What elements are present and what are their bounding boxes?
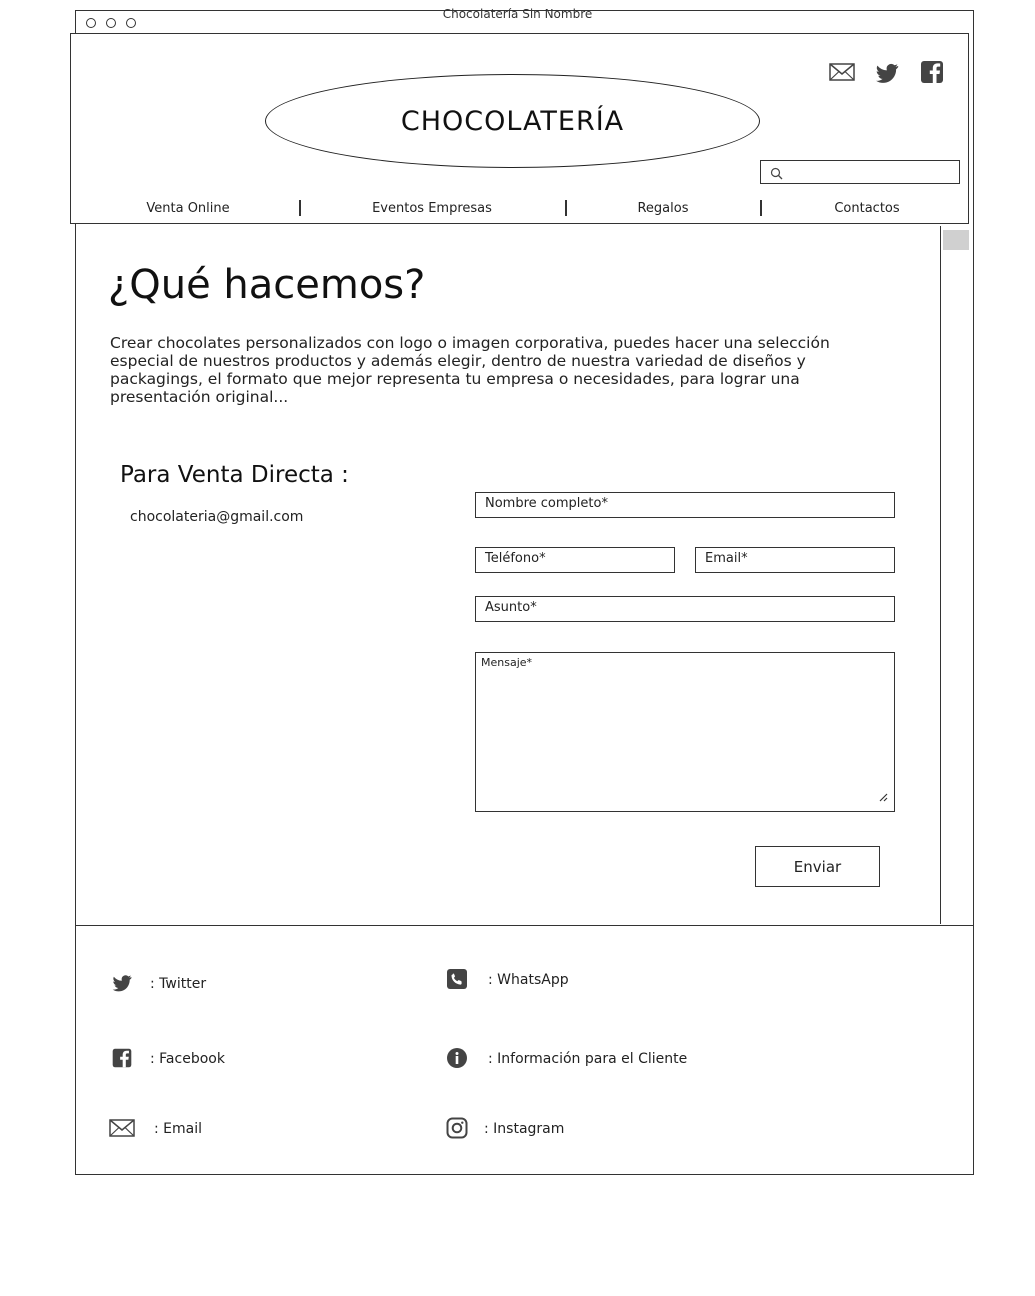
phone-placeholder: Teléfono*: [485, 551, 546, 566]
facebook-icon[interactable]: [111, 1047, 133, 1069]
mail-icon[interactable]: [109, 1117, 135, 1139]
nav-contactos[interactable]: Contactos: [797, 201, 937, 216]
message-placeholder: Mensaje*: [481, 656, 533, 669]
nav-separator: [299, 200, 301, 216]
nav-eventos-empresas[interactable]: Eventos Empresas: [332, 201, 532, 216]
logo[interactable]: CHOCOLATERÍA: [265, 74, 760, 168]
facebook-icon[interactable]: [919, 59, 945, 85]
footer-twitter-link[interactable]: : Twitter: [150, 976, 206, 992]
site-footer: [75, 925, 974, 1175]
nav-separator: [760, 200, 762, 216]
mail-icon[interactable]: [829, 59, 855, 85]
full-name-field[interactable]: Nombre completo*: [475, 492, 895, 518]
intro-paragraph: Crear chocolates personalizados con logo…: [110, 334, 830, 406]
footer-instagram-link[interactable]: : Instagram: [484, 1121, 564, 1137]
search-icon: [770, 165, 783, 184]
contact-email-link[interactable]: chocolateria@gmail.com: [130, 509, 303, 525]
twitter-icon[interactable]: [874, 60, 900, 86]
search-input[interactable]: [760, 160, 960, 184]
full-name-placeholder: Nombre completo*: [485, 496, 608, 511]
nav-separator: [565, 200, 567, 216]
scrollbar[interactable]: [940, 226, 970, 924]
logo-text: CHOCOLATERÍA: [400, 105, 625, 137]
direct-sale-heading: Para Venta Directa :: [120, 462, 349, 488]
resize-handle-icon[interactable]: [878, 792, 888, 805]
scrollbar-thumb[interactable]: [943, 230, 969, 250]
footer-facebook-link[interactable]: : Facebook: [150, 1051, 225, 1067]
nav-regalos[interactable]: Regalos: [603, 201, 723, 216]
whatsapp-icon[interactable]: [446, 968, 468, 990]
phone-field[interactable]: Teléfono*: [475, 547, 675, 573]
email-field[interactable]: Email*: [695, 547, 895, 573]
footer-email-link[interactable]: : Email: [154, 1121, 202, 1137]
twitter-icon[interactable]: [111, 972, 133, 994]
main-content: [72, 226, 940, 924]
window-title: Chocolatería Sin Nombre: [442, 7, 593, 21]
subject-placeholder: Asunto*: [485, 600, 537, 615]
nav-venta-online[interactable]: Venta Online: [108, 201, 268, 216]
message-textarea[interactable]: Mensaje*: [475, 652, 895, 812]
page-title: ¿Qué hacemos?: [108, 262, 426, 308]
email-placeholder: Email*: [705, 551, 748, 566]
submit-label: Enviar: [793, 857, 842, 876]
info-icon[interactable]: [446, 1047, 468, 1069]
subject-field[interactable]: Asunto*: [475, 596, 895, 622]
footer-whatsapp-link[interactable]: : WhatsApp: [488, 972, 569, 988]
instagram-icon[interactable]: [446, 1117, 468, 1139]
submit-button[interactable]: Enviar: [755, 846, 880, 887]
footer-info-link[interactable]: : Información para el Cliente: [488, 1051, 687, 1067]
